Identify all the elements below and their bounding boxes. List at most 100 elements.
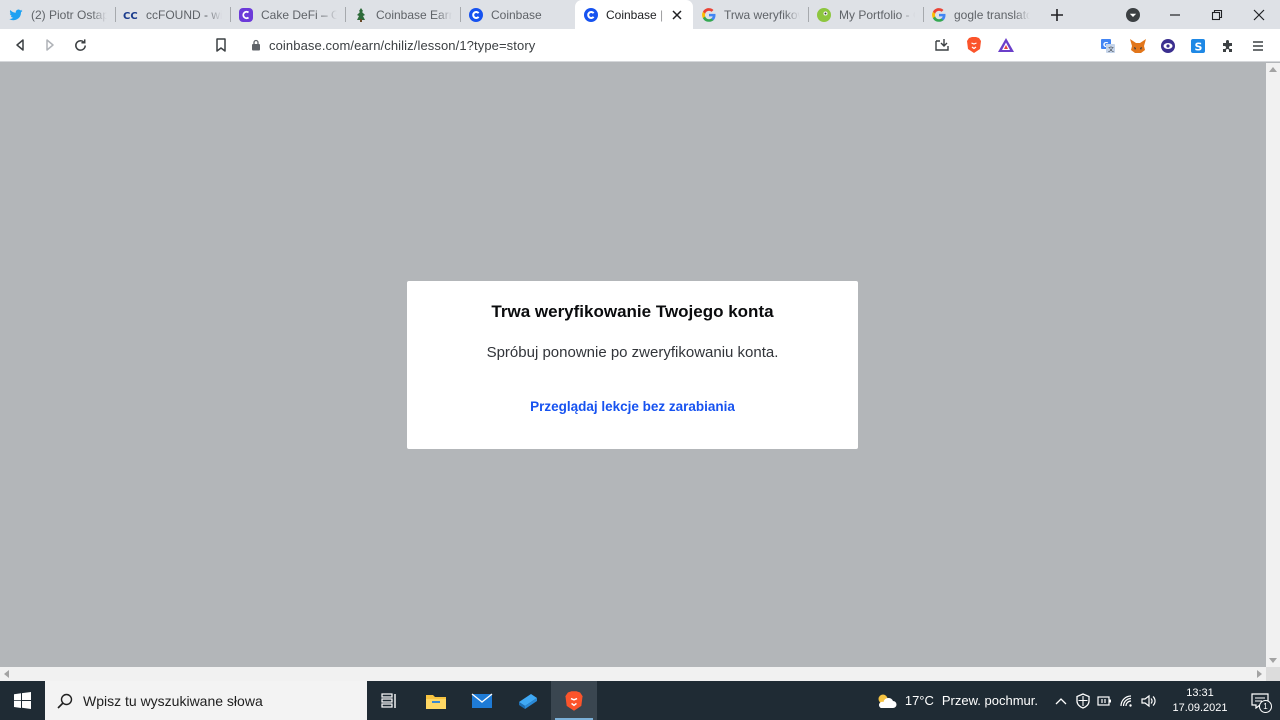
google-translate-icon: G文 xyxy=(1101,38,1115,53)
security-tray-icon[interactable] xyxy=(1072,681,1094,720)
svg-text:CC: CC xyxy=(123,11,138,22)
windows-taskbar: Wpisz tu wyszukiwane słowa 17°C Przew. p… xyxy=(0,681,1280,720)
brave-browser-button[interactable] xyxy=(551,681,597,720)
volume-tray-icon[interactable] xyxy=(1138,681,1160,720)
verification-modal: Trwa weryfikowanie Twojego konta Spróbuj… xyxy=(407,281,858,449)
lock-icon[interactable] xyxy=(251,39,261,51)
tab-coinbase-earn[interactable]: Coinbase Earn - xyxy=(345,0,460,29)
tab-coinbase-earn-active[interactable]: Coinbase | Earn xyxy=(575,0,693,29)
modal-message: Spróbuj ponownie po zweryfikowaniu konta… xyxy=(486,344,779,361)
tab-search-button[interactable] xyxy=(1112,0,1154,29)
s-extension[interactable]: S xyxy=(1183,31,1213,61)
tab-ccfound[interactable]: CC ccFOUND - wisdom xyxy=(115,0,230,29)
forward-button[interactable] xyxy=(35,30,65,60)
weather-description: Przew. pochmur. xyxy=(941,693,1038,708)
weather-widget[interactable]: 17°C Przew. pochmur. xyxy=(875,692,1038,710)
extensions-menu-button[interactable] xyxy=(1213,31,1243,61)
folder-icon xyxy=(426,694,446,709)
coinbase-earn-icon xyxy=(353,7,369,23)
show-hidden-icons-button[interactable] xyxy=(1050,681,1072,720)
tab-twitter[interactable]: (2) Piotr Ostapowicz xyxy=(0,0,115,29)
speaker-icon xyxy=(1141,694,1156,707)
scrollbar-corner xyxy=(1266,667,1280,681)
tab-title: (2) Piotr Ostapowicz xyxy=(31,7,107,22)
tab-google-verification[interactable]: Trwa weryfikowanie xyxy=(693,0,808,29)
tab-title: gogle translator xyxy=(954,7,1030,22)
start-button[interactable] xyxy=(0,681,45,720)
bookmark-button[interactable] xyxy=(206,30,236,60)
wifi-tray-icon[interactable] xyxy=(1116,681,1138,720)
store-app-button[interactable] xyxy=(505,681,551,720)
google-icon xyxy=(701,7,717,23)
close-icon xyxy=(1253,9,1265,20)
brave-rewards-icon xyxy=(998,38,1014,52)
browser-toolbar: coinbase.com/earn/chiliz/lesson/1?type=s… xyxy=(0,29,1280,62)
action-center-button[interactable]: 1 xyxy=(1240,681,1280,720)
back-button[interactable] xyxy=(5,30,35,60)
url-text: coinbase.com/earn/chiliz/lesson/1?type=s… xyxy=(269,37,536,53)
modal-title: Trwa weryfikowanie Twojego konta xyxy=(491,302,774,321)
file-explorer-button[interactable] xyxy=(413,681,459,720)
search-icon xyxy=(57,693,73,709)
forward-arrow-icon xyxy=(46,39,54,51)
brave-lion-icon xyxy=(967,37,981,53)
tab-title: Coinbase Earn - xyxy=(376,7,452,22)
chevron-up-icon xyxy=(1055,697,1067,704)
circle-extension[interactable] xyxy=(1153,31,1183,61)
notification-badge: 1 xyxy=(1259,700,1272,713)
tab-title: Trwa weryfikowanie xyxy=(724,7,800,22)
screen: (2) Piotr Ostapowicz CC ccFOUND - wisdom… xyxy=(0,0,1280,720)
tab-coingecko[interactable]: My Portfolio - CoinGecko xyxy=(808,0,923,29)
clock-date: 17.09.2021 xyxy=(1172,701,1228,714)
ccfound-icon: CC xyxy=(123,7,139,23)
plus-icon xyxy=(1051,8,1063,21)
tab-coinbase[interactable]: Coinbase xyxy=(460,0,575,29)
tab-strip: (2) Piotr Ostapowicz CC ccFOUND - wisdom… xyxy=(0,0,1280,29)
tab-google-translator[interactable]: gogle translator xyxy=(923,0,1038,29)
brave-lion-icon xyxy=(565,690,583,711)
scroll-left-icon[interactable] xyxy=(4,670,9,678)
clock-time: 13:31 xyxy=(1186,686,1214,699)
tab-cakedefi[interactable]: Cake DeFi – Get xyxy=(230,0,345,29)
tab-title: My Portfolio - CoinGecko xyxy=(839,7,915,22)
horizontal-scrollbar[interactable] xyxy=(0,667,1266,681)
metamask-extension[interactable] xyxy=(1123,31,1153,61)
brave-rewards-button[interactable] xyxy=(991,30,1021,60)
battery-tray-icon[interactable] xyxy=(1094,681,1116,720)
coingecko-icon xyxy=(816,7,832,23)
back-arrow-icon xyxy=(16,39,24,51)
brave-shields-button[interactable] xyxy=(957,30,991,60)
scroll-right-icon[interactable] xyxy=(1257,670,1262,678)
s-letter-icon: S xyxy=(1191,38,1205,53)
vertical-scrollbar[interactable] xyxy=(1266,63,1280,667)
tab-title: Cake DeFi – Get xyxy=(261,7,337,22)
address-bar[interactable]: coinbase.com/earn/chiliz/lesson/1?type=s… xyxy=(241,31,1021,59)
hamburger-menu-icon xyxy=(1253,40,1263,51)
scroll-down-icon[interactable] xyxy=(1269,658,1277,663)
reload-button[interactable] xyxy=(65,30,95,60)
install-icon xyxy=(935,39,949,51)
close-tab-icon[interactable] xyxy=(669,7,685,23)
task-view-button[interactable] xyxy=(367,681,413,720)
tab-title: ccFOUND - wisdom xyxy=(146,7,222,22)
window-controls xyxy=(1112,0,1280,29)
system-clock[interactable]: 13:31 17.09.2021 xyxy=(1164,686,1236,716)
puzzle-icon xyxy=(1223,39,1232,52)
restore-button[interactable] xyxy=(1196,0,1238,29)
browser-menu-button[interactable] xyxy=(1243,31,1273,61)
taskbar-search[interactable]: Wpisz tu wyszukiwane słowa xyxy=(45,681,367,720)
scroll-up-icon[interactable] xyxy=(1269,67,1277,72)
browse-lessons-link[interactable]: Przeglądaj lekcje bez zarabiania xyxy=(407,399,858,414)
mail-icon xyxy=(471,692,493,708)
mail-button[interactable] xyxy=(459,681,505,720)
install-app-button[interactable] xyxy=(927,30,957,60)
partly-cloudy-icon xyxy=(878,694,897,708)
new-tab-button[interactable] xyxy=(1042,0,1072,29)
app-icon xyxy=(519,693,537,709)
battery-plug-icon xyxy=(1097,695,1111,706)
close-window-button[interactable] xyxy=(1238,0,1280,29)
translate-extension[interactable]: G文 xyxy=(1093,31,1123,61)
circle-eye-icon xyxy=(1161,38,1175,53)
minimize-button[interactable] xyxy=(1154,0,1196,29)
windows-logo-icon xyxy=(14,692,31,709)
